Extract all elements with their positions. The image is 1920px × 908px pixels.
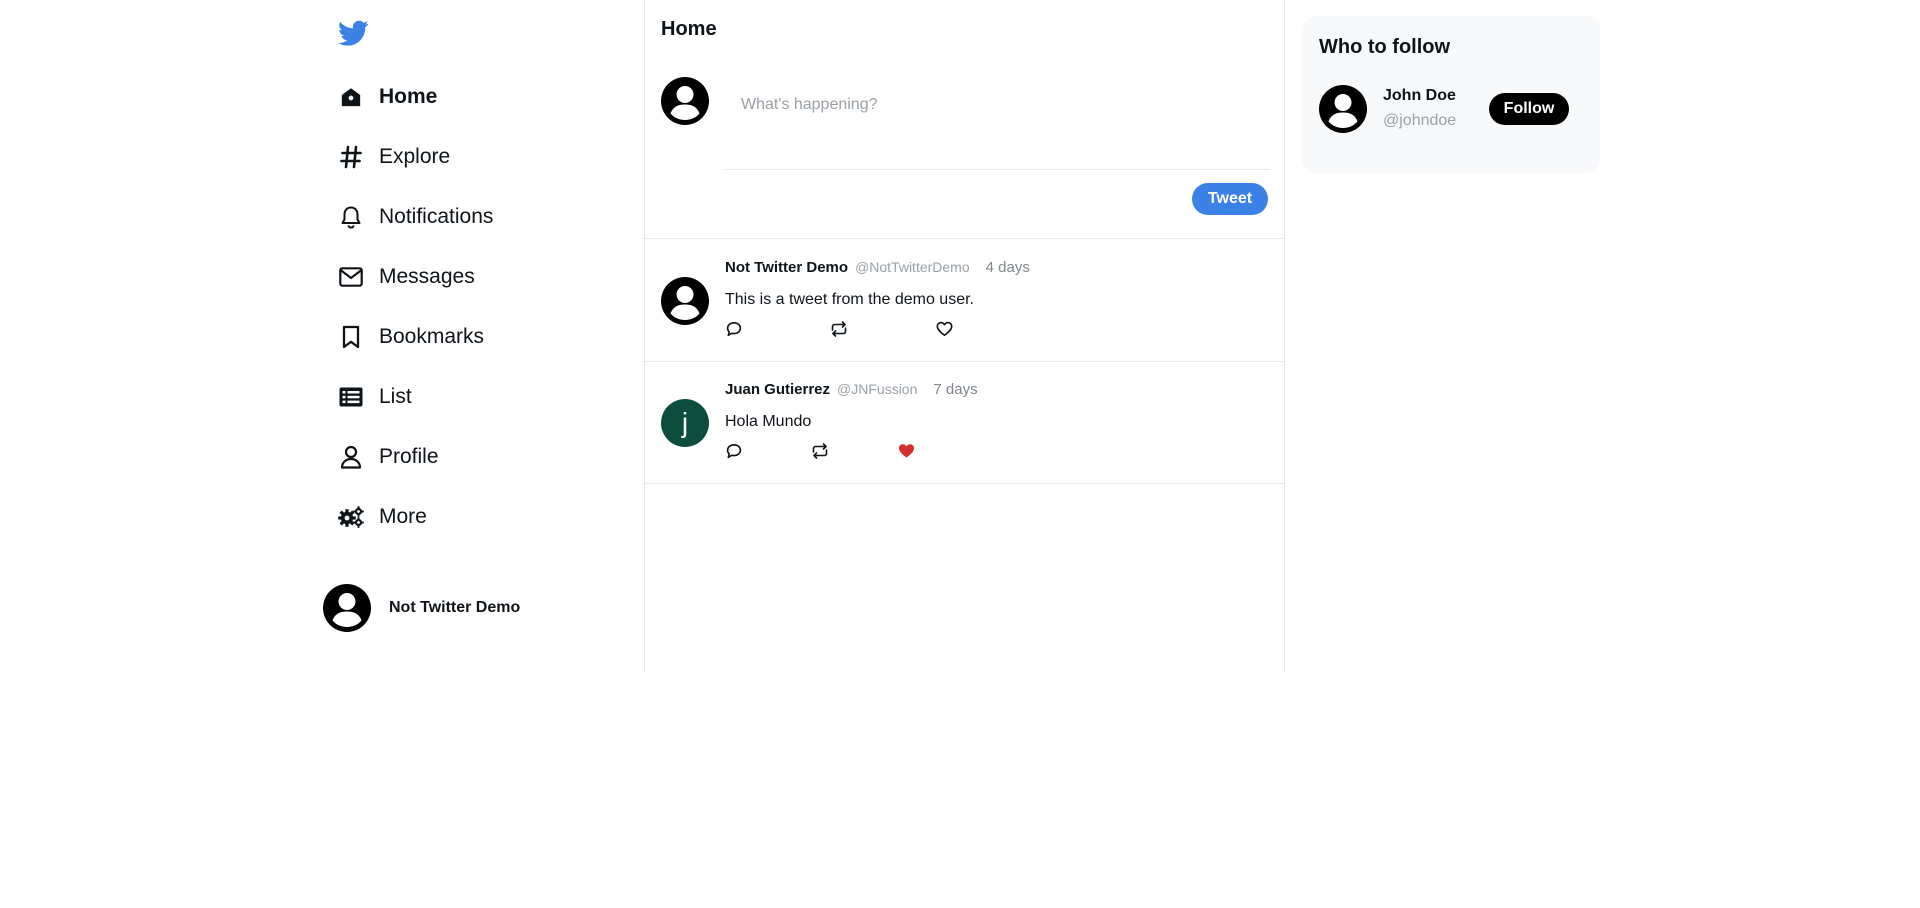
follow-button[interactable]: Follow [1489,93,1569,125]
tweet-timestamp: 4 days [985,259,1030,276]
sidebar-item-notifications[interactable]: Notifications [338,197,493,237]
list-icon [338,384,364,410]
compose-divider [725,169,1270,170]
tweet-header: Not Twitter Demo @NotTwitterDemo 4 days [725,259,1030,276]
sidebar-item-label: Messages [379,265,475,288]
hashtag-icon [338,144,364,170]
avatar[interactable] [1319,85,1367,133]
tweet-text: This is a tweet from the demo user. [725,291,974,308]
sidebar-item-label: Bookmarks [379,325,485,348]
avatar-letter: j [661,399,709,447]
tweet-item[interactable]: j Juan Gutierrez @JNFussion 7 days Hola … [645,362,1284,484]
account-switcher[interactable]: Not Twitter Demo [323,584,520,632]
account-name: Not Twitter Demo [389,599,521,616]
avatar [661,77,709,125]
sidebar-item-label: List [379,385,412,408]
sidebar-item-bookmarks[interactable]: Bookmarks [338,317,484,357]
liked-heart-icon[interactable] [897,442,915,460]
home-icon [338,84,364,110]
retweet-icon[interactable] [811,442,829,460]
tweet-text: Hola Mundo [725,413,812,430]
bell-icon [338,204,364,230]
sidebar-item-list[interactable]: List [338,377,412,417]
avatar[interactable]: j [661,399,709,447]
sidebar-item-label: Explore [379,145,451,168]
twitter-bird-icon[interactable] [338,20,369,47]
like-icon[interactable] [935,320,953,338]
reply-icon[interactable] [725,442,743,460]
who-to-follow-panel: Who to follow John Doe @johndoe Follow [1302,16,1600,173]
tweet-header: Juan Gutierrez @JNFussion 7 days [725,381,978,398]
sidebar-item-more[interactable]: More [338,497,427,537]
reply-icon[interactable] [725,320,743,338]
envelope-icon [338,264,364,290]
suggested-user-handle[interactable]: @johndoe [1383,112,1456,130]
compose-box: Tweet [645,56,1284,239]
bookmark-icon [338,324,364,350]
sidebar: Home Explore Notifications Messages Book… [320,0,642,672]
sidebar-item-home[interactable]: Home [338,77,437,117]
retweet-icon[interactable] [830,320,848,338]
avatar[interactable] [661,277,709,325]
sidebar-item-profile[interactable]: Profile [338,437,439,477]
suggested-user-name[interactable]: John Doe [1383,87,1456,105]
sidebar-item-explore[interactable]: Explore [338,137,450,177]
tweet-author-handle[interactable]: @NotTwitterDemo [855,259,970,275]
sidebar-item-label: Notifications [379,205,494,228]
sidebar-item-label: Profile [379,445,439,468]
avatar [323,584,371,632]
user-icon [338,444,364,470]
page-title: Home [661,18,717,40]
tweet-author-name[interactable]: Not Twitter Demo [725,259,848,276]
tweet-timestamp: 7 days [933,381,978,398]
compose-input[interactable] [725,83,1265,127]
sidebar-item-label: More [379,505,427,528]
tweet-author-handle[interactable]: @JNFussion [837,381,917,397]
who-to-follow-title: Who to follow [1319,36,1451,58]
tweet-author-name[interactable]: Juan Gutierrez [725,381,830,398]
tweet-item[interactable]: Not Twitter Demo @NotTwitterDemo 4 days … [645,240,1284,362]
sidebar-item-label: Home [379,85,438,108]
main-timeline: Home Tweet Not Twitter Demo @NotTwitterD… [644,0,1285,672]
gears-icon [338,504,364,530]
tweet-button[interactable]: Tweet [1192,183,1268,215]
sidebar-item-messages[interactable]: Messages [338,257,475,297]
